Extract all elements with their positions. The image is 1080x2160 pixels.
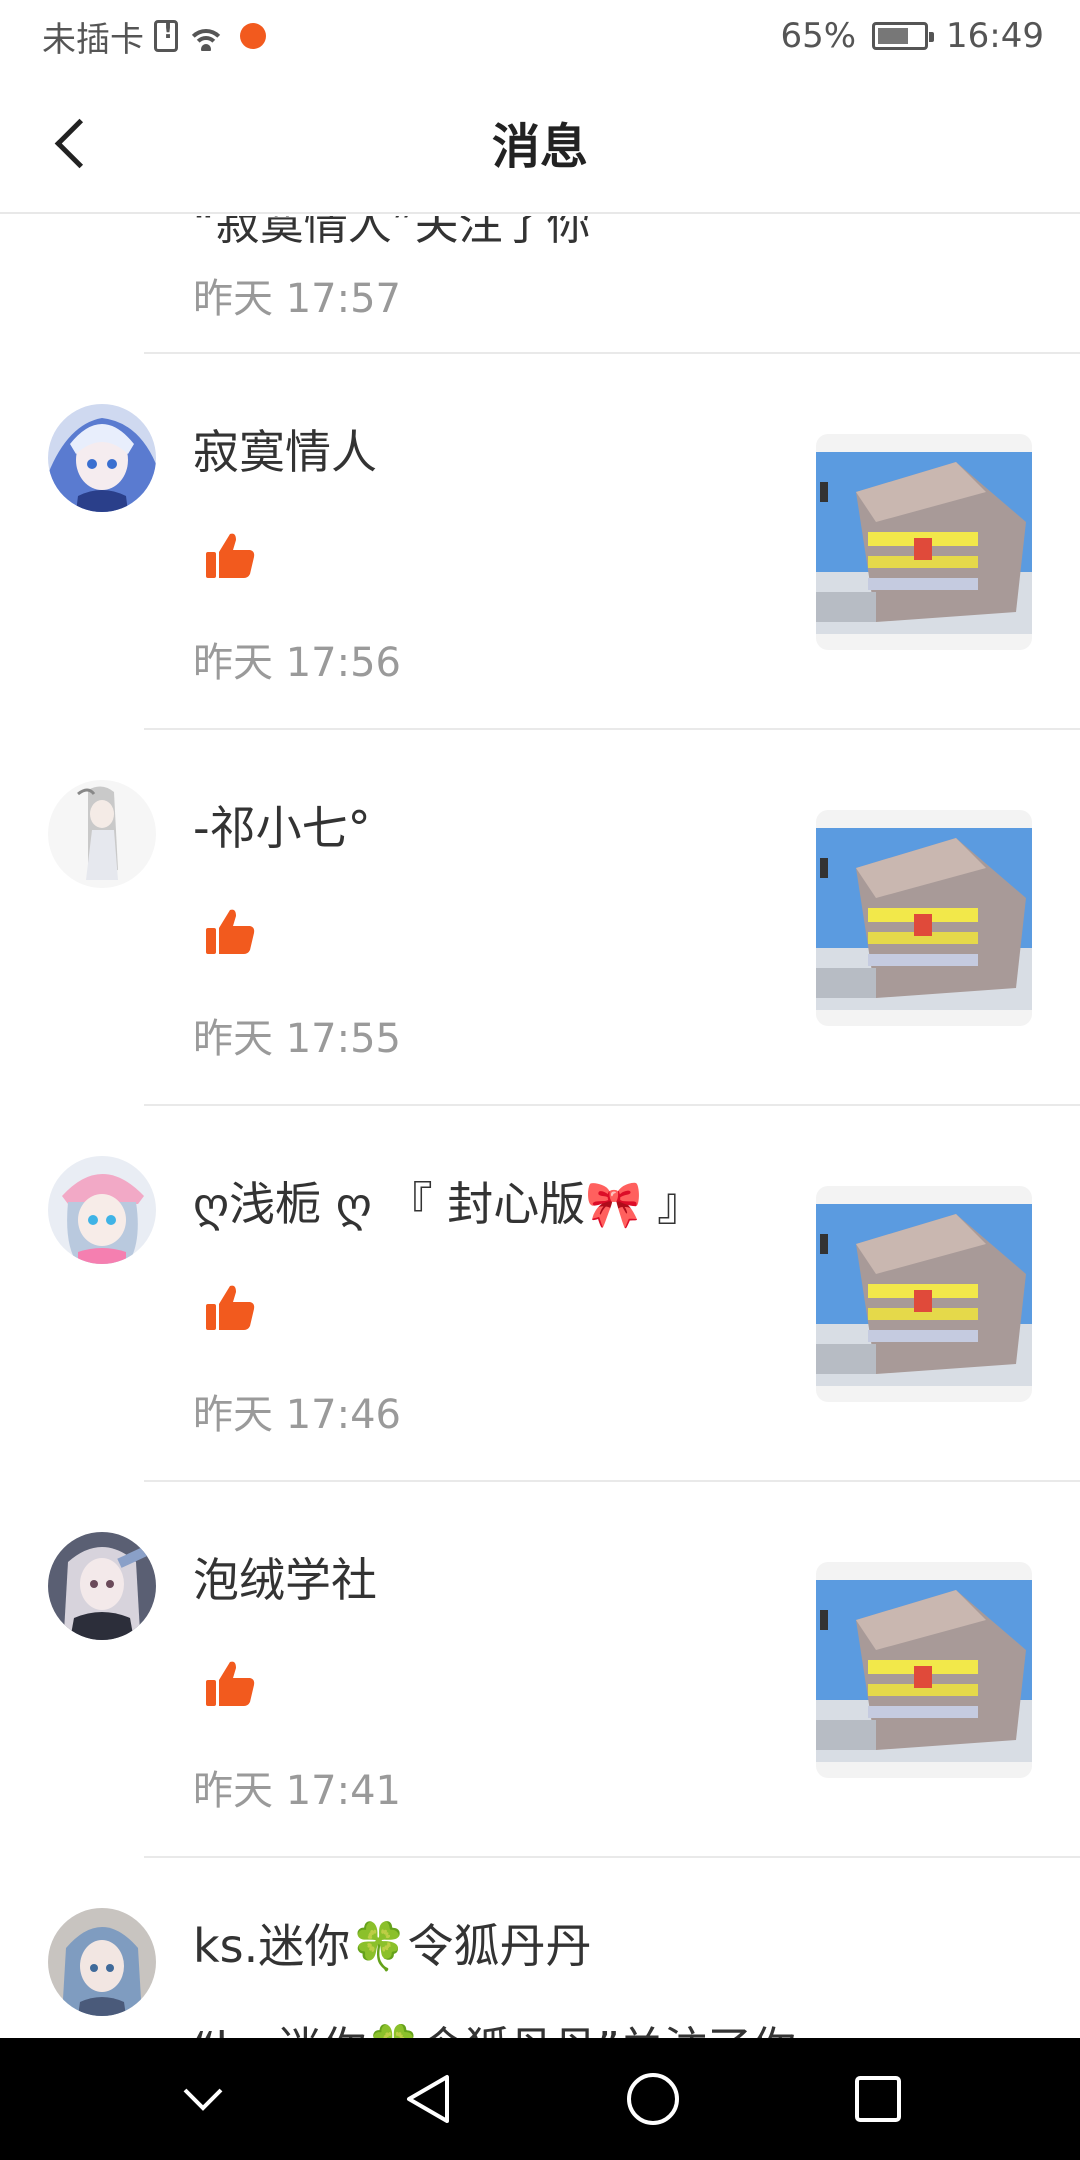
back-nav-button[interactable]: [383, 2054, 473, 2144]
wifi-icon: [188, 21, 224, 51]
thumbs-up-icon: [204, 530, 256, 582]
hide-keyboard-button[interactable]: [158, 2054, 248, 2144]
avatar[interactable]: [48, 1908, 156, 2016]
username[interactable]: ks.迷你🍀令狐丹丹: [193, 1910, 592, 1976]
post-thumbnail[interactable]: [816, 434, 1032, 650]
home-nav-button[interactable]: [608, 2054, 698, 2144]
list-item[interactable]: -祁小七° 昨天 17:55: [0, 730, 1080, 1106]
message-time: 昨天 17:46: [193, 1392, 401, 1438]
message-time: 昨天 17:56: [193, 640, 401, 686]
post-thumbnail[interactable]: [816, 1562, 1032, 1778]
list-item[interactable]: ღ浅栀 ღ 『 封心版🎀 』 昨天 17:46: [0, 1106, 1080, 1482]
square-recents-icon: [854, 2076, 901, 2122]
username[interactable]: -祁小七°: [193, 792, 371, 858]
thumbs-up-icon: [204, 1282, 256, 1334]
list-item[interactable]: “寂寞情人”关注了你 昨天 17:57: [0, 216, 1080, 354]
list-item[interactable]: ks.迷你🍀令狐丹丹 “ks.迷你🍀令狐丹丹”关注了你: [0, 1858, 1080, 2038]
thumbs-up-icon: [204, 906, 256, 958]
status-left: 未插卡: [42, 12, 266, 61]
post-thumbnail[interactable]: [816, 1186, 1032, 1402]
avatar[interactable]: [48, 1156, 156, 1264]
username[interactable]: ღ浅栀 ღ 『 封心版🎀 』: [193, 1168, 703, 1234]
username[interactable]: 泡绒学社: [193, 1544, 377, 1610]
battery-percent: 65%: [780, 16, 857, 56]
username[interactable]: 寂寞情人: [193, 416, 377, 482]
list-item[interactable]: 寂寞情人 昨天 17:56: [0, 354, 1080, 730]
status-right: 65% 16:49: [780, 16, 1044, 56]
message-time: 昨天 17:41: [193, 1768, 401, 1814]
notification-app-icon: [240, 23, 266, 49]
message-list[interactable]: “寂寞情人”关注了你 昨天 17:57 寂寞情人 昨天 17:56 -祁小七° …: [0, 216, 1080, 2038]
message-text: “寂寞情人”关注了你: [193, 216, 591, 250]
message-time: 昨天 17:57: [193, 276, 401, 322]
status-bar: 未插卡 65% 16:49: [0, 0, 1080, 72]
thumbs-up-icon: [204, 1658, 256, 1710]
carrier-label: 未插卡: [42, 19, 144, 60]
avatar[interactable]: [48, 1532, 156, 1640]
avatar[interactable]: [48, 404, 156, 512]
chevron-down-icon: [183, 2088, 222, 2111]
back-button[interactable]: [50, 116, 100, 172]
system-nav-bar: [0, 2038, 1080, 2160]
clock: 16:49: [946, 16, 1044, 56]
battery-icon: [872, 22, 935, 50]
message-text: “ks.迷你🍀令狐丹丹”关注了你: [193, 2012, 796, 2038]
list-item[interactable]: 泡绒学社 昨天 17:41: [0, 1482, 1080, 1858]
triangle-back-icon: [406, 2075, 449, 2123]
sim-alert-icon: [154, 19, 178, 52]
recents-nav-button[interactable]: [833, 2054, 923, 2144]
message-time: 昨天 17:55: [193, 1016, 401, 1062]
post-thumbnail[interactable]: [816, 810, 1032, 1026]
circle-home-icon: [626, 2073, 679, 2125]
avatar[interactable]: [48, 780, 156, 888]
title-bar: 消息: [0, 72, 1080, 214]
page-title: 消息: [491, 119, 588, 175]
